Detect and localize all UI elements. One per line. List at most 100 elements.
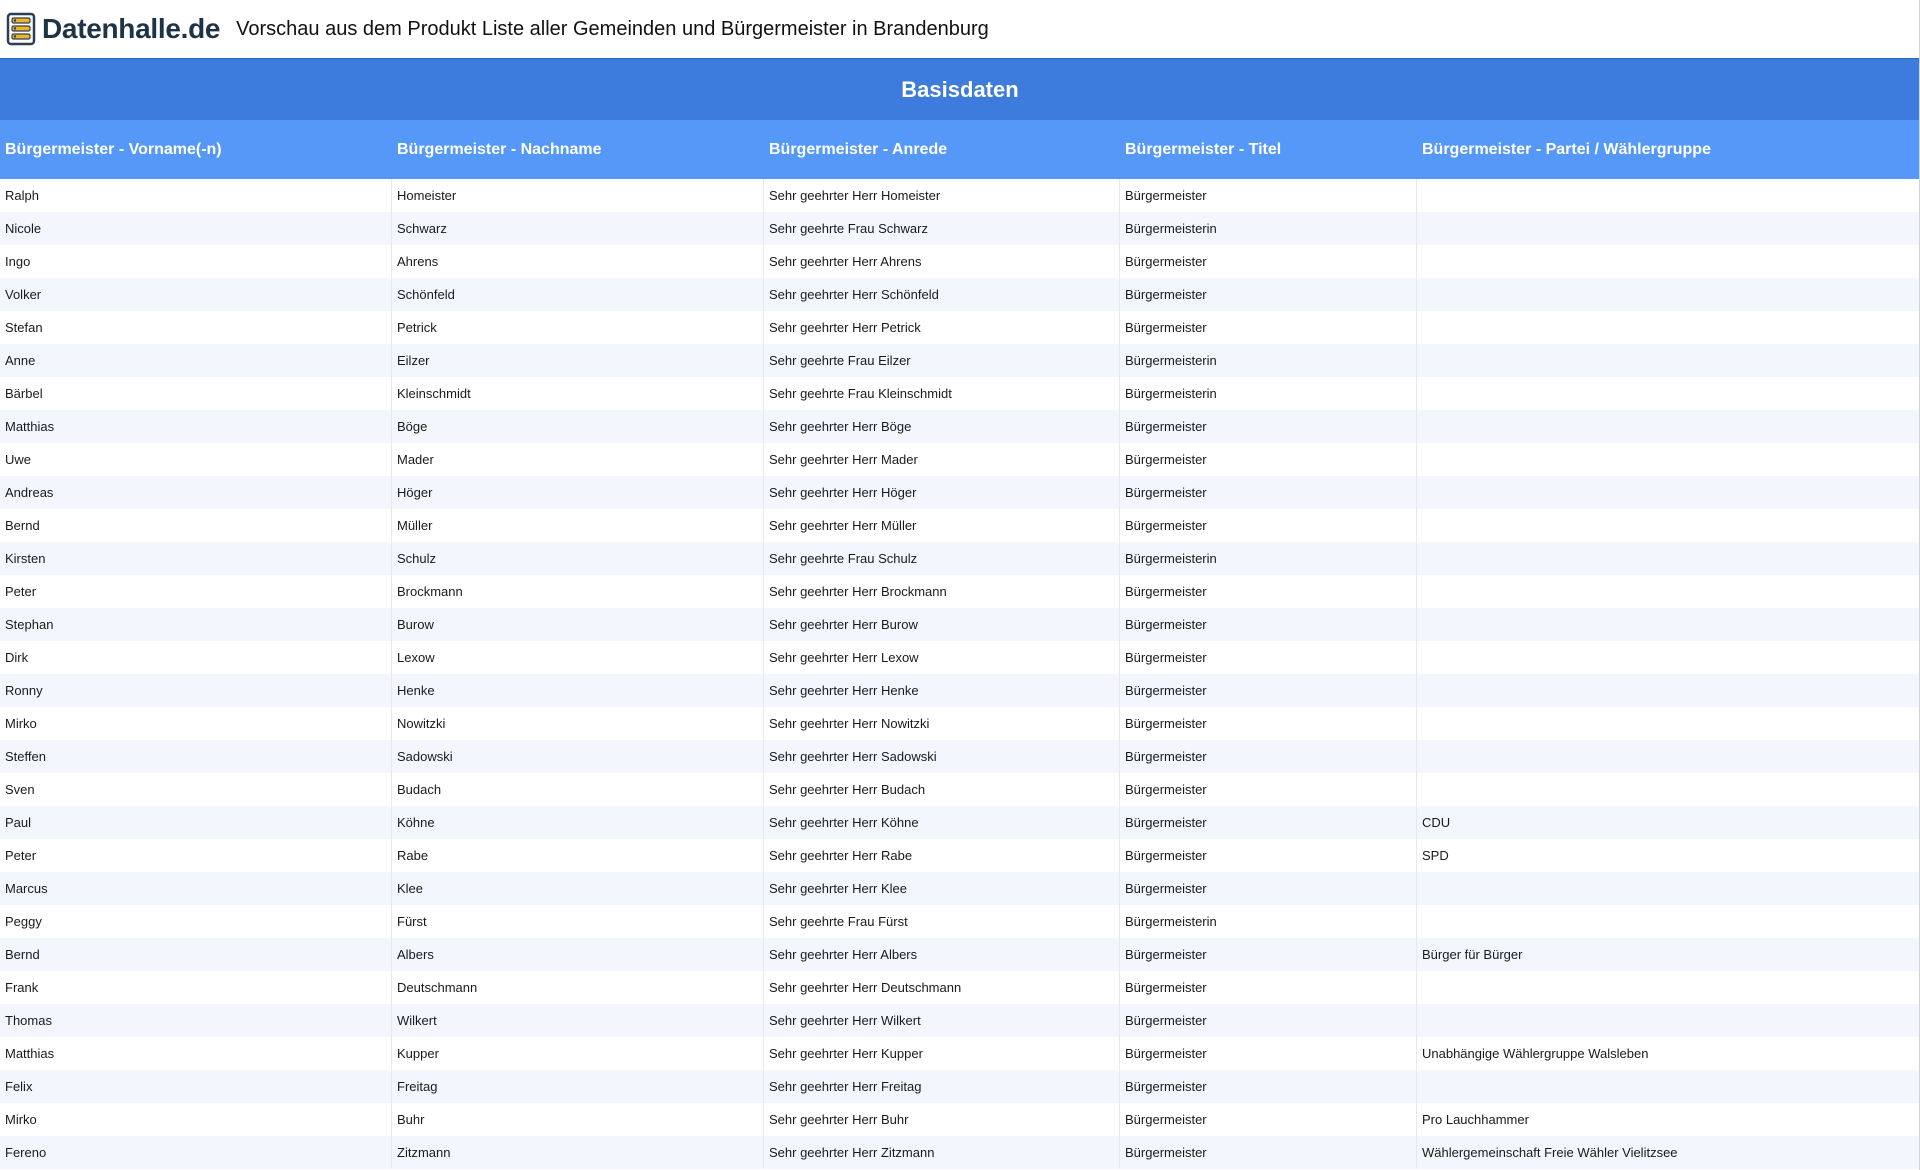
cell-vorname: Volker [0,278,392,311]
cell-anrede: Sehr geehrte Frau Kleinschmidt [764,377,1120,410]
cell-partei: Wählergemeinschaft Freie Wähler Vielitzs… [1422,1145,1678,1160]
cell-partei [1417,179,1920,212]
cell-anrede: Sehr geehrter Herr Müller [764,509,1120,542]
table-row[interactable]: Stefan Petrick Sehr geehrter Herr Petrick B… [0,311,1920,344]
table-row[interactable]: Uwe Mader Sehr geehrter Herr Mader Bürgerme… [0,443,1920,476]
table-row[interactable]: Peter Rabe Sehr geehrter Herr Rabe Bürgerme… [0,839,1920,872]
cell-vorname: Anne [0,344,392,377]
cell-nachname: Nowitzki [392,707,764,740]
cell-vorname: Frank [0,971,392,1004]
cell-nachname: Budach [392,773,764,806]
cell-titel: Bürgermeister [1120,1070,1417,1103]
cell-partei [1417,872,1920,905]
table-row[interactable]: Anne Eilzer Sehr geehrte Frau Eilzer Bürger… [0,344,1920,377]
table-row[interactable]: Nicole Schwarz Sehr geehrte Frau Schwarz Bü… [0,212,1920,245]
table-row[interactable]: Mirko Buhr Sehr geehrter Herr Buhr Bürgerme… [0,1103,1920,1136]
cell-anrede: Sehr geehrter Herr Wilkert [764,1004,1120,1037]
cell-titel: Bürgermeisterin [1120,212,1417,245]
column-header-nachname[interactable]: Bürgermeister - Nachname [392,141,764,159]
table-row[interactable]: Felix Freitag Sehr geehrter Herr Freitag Bü… [0,1070,1920,1103]
top-bar: Datenhalle.de Vorschau aus dem Produkt L… [0,0,1920,58]
table-row[interactable]: Matthias Kupper Sehr geehrter Herr Kupper B… [0,1037,1920,1070]
cell-anrede: Sehr geehrter Herr Lexow [764,641,1120,674]
cell-vorname: Peter [0,575,392,608]
cell-anrede: Sehr geehrter Herr Schönfeld [764,278,1120,311]
cell-anrede: Sehr geehrter Herr Burow [764,608,1120,641]
table-row[interactable]: Peggy Fürst Sehr geehrte Frau Fürst Bürgerm… [0,905,1920,938]
cell-nachname: Homeister [392,179,764,212]
table-row[interactable]: Bärbel Kleinschmidt Sehr geehrte Frau Klei… [0,377,1920,410]
cell-anrede: Sehr geehrter Herr Buhr [764,1103,1120,1136]
cell-titel: Bürgermeister [1120,575,1417,608]
cell-partei [1417,971,1920,1004]
cell-vorname: Ronny [0,674,392,707]
table-body: Ralph Homeister Sehr geehrter Herr Homeist… [0,179,1920,1169]
table-row[interactable]: Matthias Böge Sehr geehrter Herr Böge Bürge… [0,410,1920,443]
cell-partei: CDU [1422,815,1451,830]
cell-nachname: Henke [392,674,764,707]
cell-anrede: Sehr geehrter Herr Köhne [764,806,1120,839]
cell-nachname: Klee [392,872,764,905]
cell-titel: Bürgermeister [1120,179,1417,212]
table-row[interactable]: Marcus Klee Sehr geehrter Herr Klee Bürgerm… [0,872,1920,905]
cell-anrede: Sehr geehrte Frau Schulz [764,542,1120,575]
cell-vorname: Mirko [0,1103,392,1136]
cell-nachname: Kupper [392,1037,764,1070]
cell-nachname: Schönfeld [392,278,764,311]
table-row[interactable]: Sven Budach Sehr geehrter Herr Budach Bürge… [0,773,1920,806]
cell-titel: Bürgermeisterin [1120,377,1417,410]
column-header-partei[interactable]: Bürgermeister - Partei / Wählergruppe [1417,141,1920,159]
cell-vorname: Felix [0,1070,392,1103]
cell-partei [1417,476,1920,509]
cell-nachname: Ahrens [392,245,764,278]
cell-vorname: Peter [0,839,392,872]
cell-partei [1417,674,1920,707]
cell-partei [1417,575,1920,608]
cell-vorname: Steffen [0,740,392,773]
column-header-titel[interactable]: Bürgermeister - Titel [1120,141,1417,159]
table-row[interactable]: Mirko Nowitzki Sehr geehrter Herr Nowitzki… [0,707,1920,740]
table-row[interactable]: Bernd Müller Sehr geehrter Herr Müller Bürg… [0,509,1920,542]
table-row[interactable]: Stephan Burow Sehr geehrter Herr Burow Bürg… [0,608,1920,641]
cell-titel: Bürgermeisterin [1120,542,1417,575]
cell-vorname: Bernd [0,938,392,971]
column-header-anrede[interactable]: Bürgermeister - Anrede [764,141,1120,159]
table-row[interactable]: Peter Brockmann Sehr geehrter Herr Brockma… [0,575,1920,608]
cell-partei [1417,707,1920,740]
table-row[interactable]: Frank Deutschmann Sehr geehrter Herr Deuts… [0,971,1920,1004]
cell-nachname: Müller [392,509,764,542]
table-row[interactable]: Ronny Henke Sehr geehrter Herr Henke Bürger… [0,674,1920,707]
cell-vorname: Andreas [0,476,392,509]
table-row[interactable]: Ralph Homeister Sehr geehrter Herr Homeist… [0,179,1920,212]
cell-titel: Bürgermeister [1120,674,1417,707]
cell-nachname: Lexow [392,641,764,674]
cell-partei [1417,278,1920,311]
table-row[interactable]: Paul Köhne Sehr geehrter Herr Köhne Bürgerm… [0,806,1920,839]
cell-partei [1417,377,1920,410]
table-row[interactable]: Fereno Zitzmann Sehr geehrter Herr Zitzman… [0,1136,1920,1169]
cell-nachname: Rabe [392,839,764,872]
table-row[interactable]: Steffen Sadowski Sehr geehrter Herr Sadows… [0,740,1920,773]
cell-anrede: Sehr geehrter Herr Freitag [764,1070,1120,1103]
cell-vorname: Mirko [0,707,392,740]
cell-anrede: Sehr geehrte Frau Schwarz [764,212,1120,245]
cell-titel: Bürgermeister [1120,806,1417,839]
table-row[interactable]: Volker Schönfeld Sehr geehrter Herr Schönf… [0,278,1920,311]
cell-nachname: Deutschmann [392,971,764,1004]
cell-nachname: Zitzmann [392,1136,764,1169]
cell-titel: Bürgermeister [1120,1037,1417,1070]
cell-nachname: Fürst [392,905,764,938]
cell-nachname: Brockmann [392,575,764,608]
cell-partei [1417,410,1920,443]
cell-titel: Bürgermeister [1120,1004,1417,1037]
column-header-vorname[interactable]: Bürgermeister - Vorname(-n) [0,141,392,159]
table-row[interactable]: Ingo Ahrens Sehr geehrter Herr Ahrens Bürge… [0,245,1920,278]
brand-logo[interactable]: Datenhalle.de [6,12,220,46]
table-row[interactable]: Thomas Wilkert Sehr geehrter Herr Wilkert B… [0,1004,1920,1037]
table-row[interactable]: Kirsten Schulz Sehr geehrte Frau Schulz Bür… [0,542,1920,575]
cell-titel: Bürgermeister [1120,245,1417,278]
table-row[interactable]: Dirk Lexow Sehr geehrter Herr Lexow Bürgerm… [0,641,1920,674]
cell-anrede: Sehr geehrter Herr Höger [764,476,1120,509]
table-row[interactable]: Andreas Höger Sehr geehrter Herr Höger Bürg… [0,476,1920,509]
table-row[interactable]: Bernd Albers Sehr geehrter Herr Albers Bürg… [0,938,1920,971]
